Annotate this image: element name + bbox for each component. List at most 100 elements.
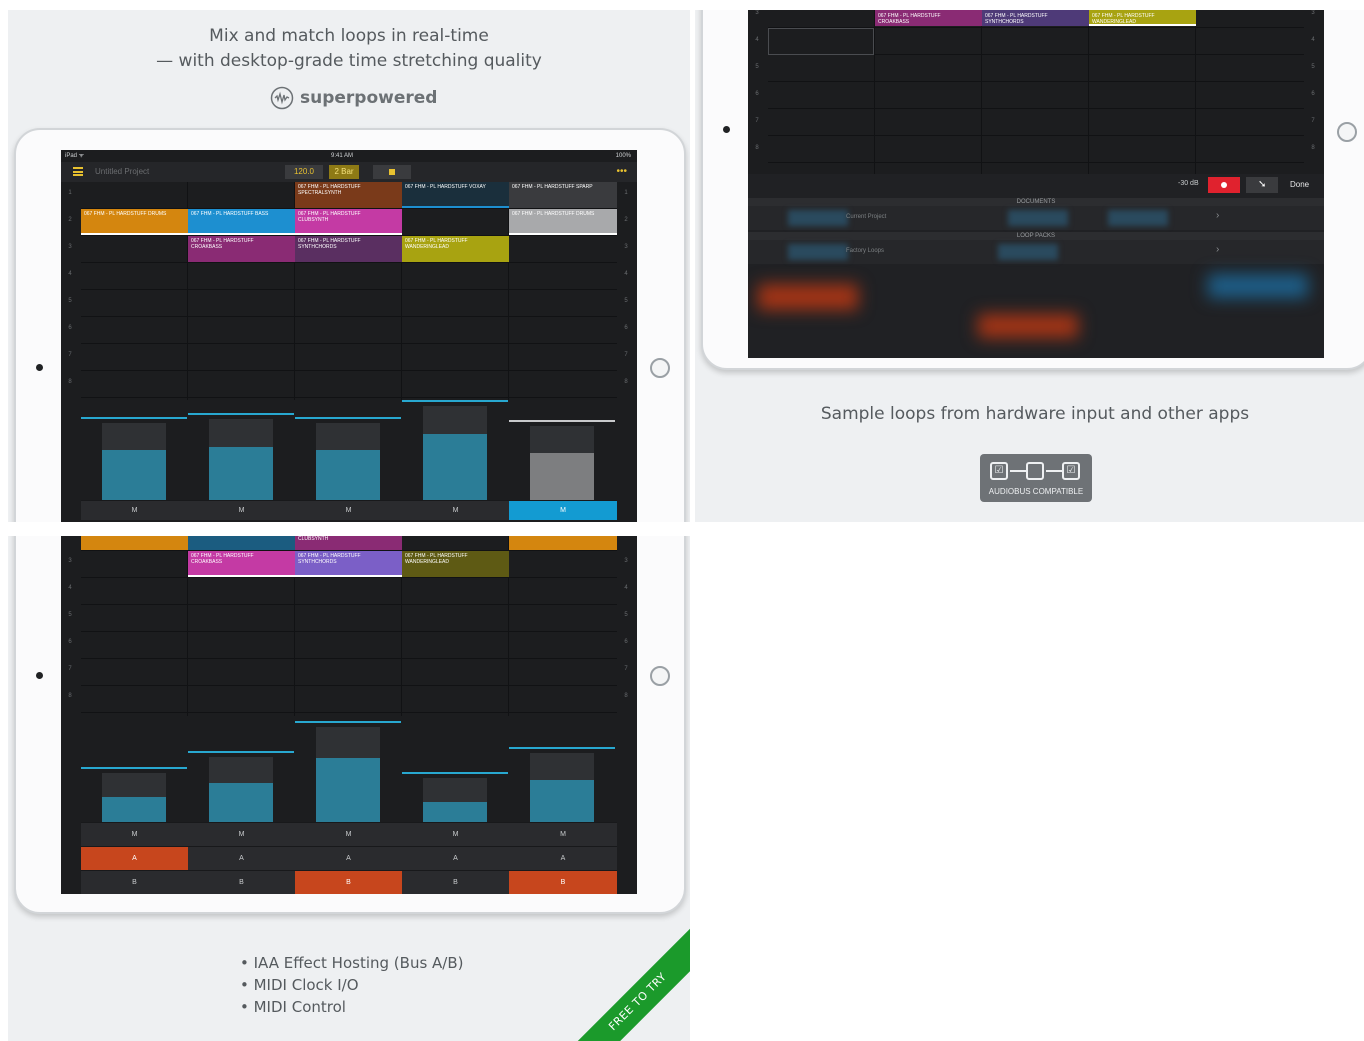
mute-button[interactable]: M [402,822,509,846]
mute-button[interactable]: M [295,500,402,520]
done-button[interactable]: Done [1290,180,1309,189]
clip-drums[interactable]: 067 FHM - PL HARDSTUFF DRUMS [81,209,188,235]
clip-synthchords[interactable]: 067 FHM - PL HARDSTUFF SYNTHCHORDS [295,236,402,262]
row-number: 8 [755,145,759,151]
clip-clubsynth[interactable]: 067 FHM - PL HARDSTUFF CLUBSYNTH [295,209,402,235]
clip-croakbass[interactable]: 067 FHM - PL HARDSTUFF CROAKBASS [188,551,295,577]
chevron-right-icon: › [1216,244,1220,255]
clip-drums-2[interactable] [509,536,617,550]
bus-b-button[interactable]: B [188,870,295,894]
hamburger-icon[interactable] [73,167,83,176]
clip-voxay[interactable]: 067 FHM - PL HARDSTUFF VOXAY [402,182,509,208]
fader-level-line[interactable] [295,417,401,419]
row-number: 6 [1311,91,1315,97]
home-button[interactable] [650,666,670,686]
bar-length-button[interactable]: 2 Bar [329,165,359,179]
clip-wanderinglead[interactable]: 067 FHM - PL HARDSTUFF WANDERINGLEAD [1089,10,1196,26]
clip-clubsynth[interactable]: CLUBSYNTH [295,536,402,550]
bus-b-button[interactable]: B [509,870,617,894]
screenshot-panel-mixer: Mix and match loops in real-time — with … [8,10,690,522]
row-numbers-left: 3 4 5 6 7 8 [748,10,768,174]
section-header-documents: DOCUMENTS [748,198,1324,206]
tempo-button[interactable]: 120.0 [285,165,323,179]
mute-button[interactable]: M [81,822,188,846]
blurred-clip [978,314,1078,338]
bus-b-button[interactable]: B [402,870,509,894]
clip-label: SYNTHCHORDS [298,559,337,565]
home-button[interactable] [650,358,670,378]
clip-bass[interactable] [188,536,295,550]
fader-level-line[interactable] [509,747,615,749]
bus-b-button[interactable]: B [81,870,188,894]
mute-button[interactable]: M [81,500,188,520]
mute-button[interactable]: M [295,822,402,846]
record-button[interactable] [1208,177,1240,193]
current-project-row[interactable]: Current Project › [748,206,1324,230]
fader-level-line[interactable] [402,772,508,774]
selected-slot[interactable] [768,28,874,55]
clip-label: SYNTHCHORDS [985,19,1024,25]
bus-a-button[interactable]: A [509,846,617,870]
status-battery: 100% [615,153,631,159]
bus-a-button[interactable]: A [402,846,509,870]
row-number: 1 [68,190,72,196]
clip-spectralsynth[interactable]: 067 FHM - PL HARDSTUFF SPECTRALSYNTH [295,182,402,208]
row-number: 4 [755,37,759,43]
row-number: 6 [624,639,628,645]
factory-loops-row[interactable]: Factory Loops › [748,240,1324,264]
clip-wanderinglead[interactable]: 067 FHM - PL HARDSTUFF WANDERINGLEAD [402,551,509,577]
fader-level-line[interactable] [295,721,401,723]
ipad-frame: iPad ᯤ 9:41 AM 100% Untitled Project 120… [14,128,686,522]
fader-level-line[interactable] [81,417,187,419]
row-number: 5 [68,298,72,304]
blurred-tile [788,210,848,226]
mute-button[interactable]: M [188,500,295,520]
import-button[interactable]: ➘ [1246,177,1278,193]
clip-label: WANDERINGLEAD [405,559,449,565]
bus-a-button[interactable]: A [295,846,402,870]
track-column [402,182,509,400]
bus-a-button[interactable]: A [188,846,295,870]
mute-button[interactable]: M [188,822,295,846]
feature-item: • MIDI Clock I/O [240,976,359,994]
bus-a-button[interactable]: A [81,846,188,870]
clip-wanderinglead[interactable]: 067 FHM - PL HARDSTUFF WANDERINGLEAD [402,236,509,262]
feature-item: • IAA Effect Hosting (Bus A/B) [240,954,464,972]
clip-synthchords[interactable]: 067 FHM - PL HARDSTUFF SYNTHCHORDS [295,551,402,577]
fader-level-line[interactable] [402,400,508,402]
fader-level-line[interactable] [81,767,187,769]
clip-drums[interactable] [81,536,188,550]
record-icon [1221,182,1227,188]
row-number: 8 [68,379,72,385]
clip-croakbass[interactable]: 067 FHM - PL HARDSTUFF CROAKBASS [875,10,982,26]
fader-fill [423,802,487,822]
clip-croakbass[interactable]: 067 FHM - PL HARDSTUFF CROAKBASS [188,236,295,262]
row-number: 4 [68,271,72,277]
free-to-try-ribbon[interactable]: FREE TO TRY [556,920,690,1041]
status-time: 9:41 AM [331,153,354,159]
home-button[interactable] [1337,122,1357,142]
bus-b-button[interactable]: B [295,870,402,894]
bus-button-rows: M M M M M A A A A A B B B B B [81,822,617,894]
clip-bass[interactable]: 067 FHM - PL HARDSTUFF BASS [188,209,295,235]
mute-button[interactable]: M [509,822,617,846]
clip-drums-2[interactable]: 067 FHM - PL HARDSTUFF DRUMS [509,209,617,235]
fader-level-line[interactable] [509,420,615,422]
fader-level-line[interactable] [188,413,294,415]
clip-sparp[interactable]: 067 FHM - PL HARDSTUFF SPARP [509,182,617,208]
app-screen: iPad ᯤ 9:41 AM 100% Untitled Project 120… [61,150,637,522]
audiobus-badge: ☑ ☑ AUDIOBUS COMPATIBLE [980,454,1092,502]
fader-level-line[interactable] [188,751,294,753]
row-number: 7 [68,352,72,358]
superpowered-logo: superpowered [270,86,437,110]
more-button[interactable]: ••• [616,166,627,177]
row-numbers-right: 1 2 3 4 5 6 7 8 [617,182,637,400]
stop-button[interactable] [373,165,411,179]
project-title[interactable]: Untitled Project [95,167,149,176]
clip-synthchords[interactable]: 067 FHM - PL HARDSTUFF SYNTHCHORDS [982,10,1089,26]
row-numbers-right: 3 4 5 6 7 8 [1304,10,1324,174]
mute-button[interactable]: M [402,500,509,520]
blurred-clip [1208,274,1308,298]
row-number: 8 [624,693,628,699]
mute-button[interactable]: M [509,500,617,520]
